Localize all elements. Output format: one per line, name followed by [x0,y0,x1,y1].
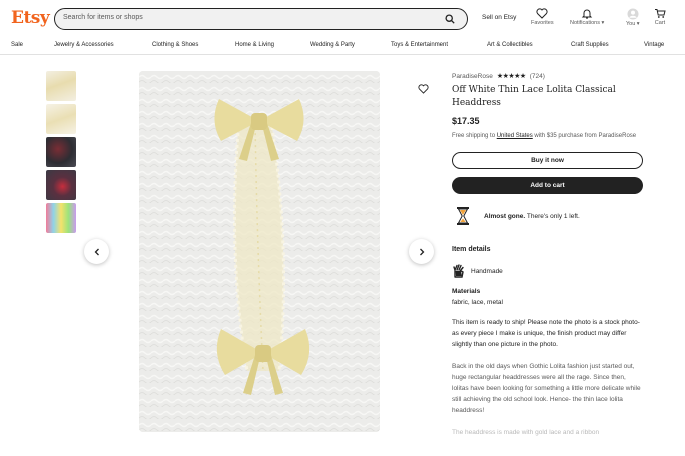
avatar-icon [627,8,639,20]
thumbnail-3[interactable] [46,137,76,167]
almost-gone-label: Almost gone. [484,212,526,220]
main-product-image[interactable] [139,71,380,432]
thumbnail-2[interactable] [46,104,76,134]
nav-art-collectibles[interactable]: Art & Collectibles [487,42,533,48]
lace-headdress-photo [139,71,380,432]
sell-on-etsy-link[interactable]: Sell on Etsy [482,14,516,21]
thumbnail-4[interactable] [46,170,76,200]
nav-craft-supplies[interactable]: Craft Supplies [571,42,609,48]
shop-name-link[interactable]: ParadiseRose [452,73,493,80]
previous-image-button[interactable] [84,239,109,264]
thumbnail-1[interactable] [46,71,76,101]
search-input[interactable]: Search for items or shops [63,14,143,21]
search-button[interactable] [434,10,466,27]
item-details-heading[interactable]: Item details [452,246,644,253]
chevron-left-icon [94,248,99,255]
notifications-label: Notifications [570,20,600,26]
shop-rating-line: ParadiseRose ★★★★★ (724) [452,71,644,81]
description-paragraph-3: The headdress is made with gold lace and… [452,429,600,436]
site-header: Etsy Search for items or shops Sell on E… [0,0,685,38]
you-label: You [626,21,636,27]
description-paragraph-2: Back in the old days when Gothic Lolita … [452,363,641,414]
thumbnail-strip [46,71,76,236]
cart-button[interactable]: Cart [654,8,666,26]
chevron-right-icon [419,248,424,255]
cart-label: Cart [654,20,666,26]
shipping-country-link[interactable]: United States [497,133,533,139]
handmade-label: Handmade [471,267,503,275]
listing-info-panel: ParadiseRose ★★★★★ (724) Off White Thin … [452,71,644,438]
favorites-label: Favorites [531,20,554,26]
nav-home-living[interactable]: Home & Living [235,42,274,48]
heart-icon [536,8,548,19]
nav-wedding-party[interactable]: Wedding & Party [310,42,355,48]
listing-title: Off White Thin Lace Lolita Classical Hea… [452,85,616,108]
buy-it-now-button[interactable]: Buy it now [452,152,643,169]
bell-icon [581,9,593,19]
review-count[interactable]: (724) [530,73,545,80]
nav-jewelry-accessories[interactable]: Jewelry & Accessories [54,42,114,48]
nav-toys-entertainment[interactable]: Toys & Entertainment [391,42,448,48]
favorites-button[interactable]: Favorites [531,8,554,26]
shipping-info: Free shipping to United States with $35 … [452,132,644,141]
cart-icon [655,9,666,18]
nav-sale[interactable]: Sale [11,42,23,48]
category-nav: Sale Jewelry & Accessories Clothing & Sh… [0,38,685,55]
hand-icon [453,264,464,278]
stock-alert: Almost gone. There's only 1 left. [452,205,644,227]
materials-value: fabric, lace, metal [452,299,503,306]
handmade-badge: Handmade [452,264,644,278]
notifications-button[interactable]: Notifications ▾ [570,8,604,26]
heart-outline-icon [417,84,429,94]
stock-remaining-text: There's only 1 left. [526,212,580,220]
nav-vintage[interactable]: Vintage [644,42,664,48]
thumbnail-5[interactable] [46,203,76,233]
nav-clothing-shoes[interactable]: Clothing & Shoes [152,42,198,48]
favorite-listing-button[interactable] [414,80,432,98]
listing-price: $17.35 [452,116,480,126]
shipping-prefix: Free shipping to [452,133,496,139]
next-image-button[interactable] [409,239,434,264]
search-bar[interactable]: Search for items or shops [54,8,468,30]
star-rating-icon[interactable]: ★★★★★ [497,72,526,80]
search-icon [445,13,455,24]
hourglass-icon [457,207,469,225]
etsy-logo[interactable]: Etsy [11,8,50,28]
add-to-cart-button[interactable]: Add to cart [452,177,643,194]
description-paragraph-1: This item is ready to ship! Please note … [452,319,640,348]
shipping-suffix: with $35 purchase from ParadiseRose [534,133,637,139]
you-menu-button[interactable]: You ▾ [626,8,640,27]
materials-heading: Materials [452,288,481,295]
